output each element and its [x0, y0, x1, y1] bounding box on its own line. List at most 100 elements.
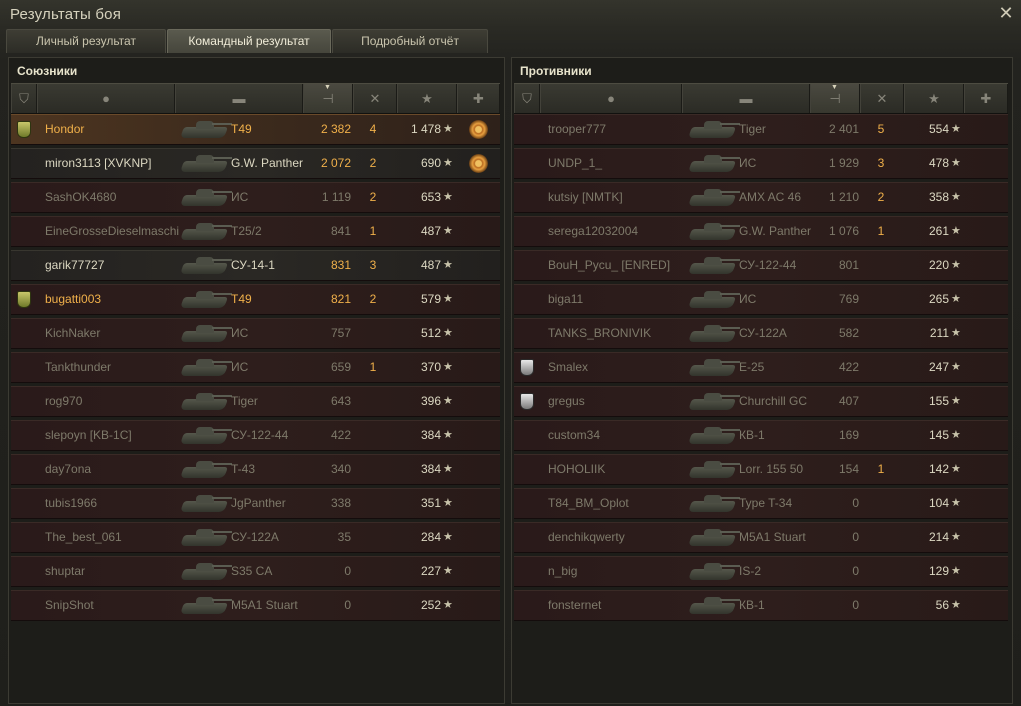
damage-value: 0	[344, 564, 351, 578]
medal-icon[interactable]	[469, 120, 488, 139]
table-row[interactable]: bugatti003 T49 821 2 579 ★	[11, 284, 500, 315]
table-row[interactable]: HOHOLIIK Lorr. 155 50 154 1 142 ★	[514, 454, 1008, 485]
player-badge	[520, 183, 534, 212]
tab-personal-result[interactable]: Личный результат	[6, 29, 166, 53]
xp-column-icon[interactable]: ★	[904, 84, 964, 113]
tank-image-icon	[176, 455, 238, 484]
star-icon: ★	[951, 327, 961, 339]
table-row[interactable]: custom34 КВ-1 169 145 ★	[514, 420, 1008, 451]
player-badge	[17, 217, 31, 246]
xp-column-icon[interactable]: ★	[397, 84, 457, 113]
tank-image-icon	[684, 251, 746, 280]
table-row[interactable]: SnipShot M5A1 Stuart 0 252 ★	[11, 590, 500, 621]
badge-column-icon[interactable]: ⛉	[514, 84, 540, 113]
xp-value: 56	[935, 598, 949, 612]
frags-value: 2	[369, 292, 377, 306]
player-badge	[17, 353, 31, 382]
tank-image-icon	[176, 557, 238, 586]
table-row[interactable]: The_best_061 СУ-122А 35 284 ★	[11, 522, 500, 553]
table-row[interactable]: T84_BM_Oplot Type T-34 0 104 ★	[514, 488, 1008, 519]
player-badge	[17, 319, 31, 348]
star-icon: ★	[443, 531, 453, 543]
medal-slot	[469, 353, 491, 382]
damage-value: 0	[852, 564, 859, 578]
medal-slot	[469, 285, 491, 314]
table-row[interactable]: trooper777 Tiger 2 401 5 554 ★	[514, 114, 1008, 145]
frags-value	[365, 489, 381, 518]
medal-slot	[469, 421, 491, 450]
table-row[interactable]: rog970 Tiger 643 396 ★	[11, 386, 500, 417]
frags-column-icon[interactable]: ✕	[860, 84, 904, 113]
allies-title: Союзники	[17, 64, 78, 78]
medal-column-icon[interactable]: ✚	[964, 84, 1008, 113]
table-row[interactable]: UNDP_1_ ИС 1 929 3 478 ★	[514, 148, 1008, 179]
tank-column-icon[interactable]: ▬	[682, 84, 810, 113]
tab-detailed-report[interactable]: Подробный отчёт	[332, 29, 488, 53]
xp-value: 261	[928, 224, 949, 238]
medal-slot	[469, 387, 491, 416]
damage-value: 831	[330, 258, 351, 272]
star-icon: ★	[443, 157, 453, 169]
frags-value: 3	[369, 258, 377, 272]
star-icon: ★	[951, 123, 961, 135]
frags-value: 1	[369, 224, 377, 238]
table-row[interactable]: denchikqwerty M5A1 Stuart 0 214 ★	[514, 522, 1008, 553]
star-icon: ★	[951, 463, 961, 475]
table-row[interactable]: biga11 ИС 769 265 ★	[514, 284, 1008, 315]
battle-results-window: Результаты боя ✕ Личный результат Команд…	[0, 0, 1021, 706]
player-column-icon[interactable]: ●	[540, 84, 682, 113]
damage-column-icon[interactable]: ▼ ⊣	[303, 84, 353, 113]
table-row[interactable]: garik77727 СУ-14-1 831 3 487 ★	[11, 250, 500, 281]
table-row[interactable]: serega12032004 G.W. Panther 1 076 1 261 ★	[514, 216, 1008, 247]
table-row[interactable]: miron3113 [XVKNP] G.W. Panther 2 072 2 690 ★	[11, 148, 500, 179]
tank-image-icon	[176, 183, 238, 212]
table-row[interactable]: slepoyn [KB-1C] СУ-122-44 422 384 ★	[11, 420, 500, 451]
tank-image-icon	[684, 319, 746, 348]
player-name: rog970	[45, 394, 83, 408]
table-row[interactable]: TANKS_BRONIVIK СУ-122А 582 211 ★	[514, 318, 1008, 349]
table-row[interactable]: kutsiy [NMTK] AMX AC 46 1 210 2 358 ★	[514, 182, 1008, 213]
damage-column-icon[interactable]: ▼ ⊣	[810, 84, 860, 113]
xp-value: 145	[928, 428, 949, 442]
frags-column-icon[interactable]: ✕	[353, 84, 397, 113]
medal-column-icon[interactable]: ✚	[457, 84, 500, 113]
frags-value: 2	[369, 190, 377, 204]
player-column-icon[interactable]: ●	[37, 84, 175, 113]
xp-value: 487	[420, 258, 441, 272]
close-icon[interactable]: ✕	[996, 3, 1016, 23]
player-name: garik77727	[45, 258, 105, 272]
player-badge	[17, 489, 31, 518]
table-row[interactable]: Hondor T49 2 382 4 1 478 ★	[11, 114, 500, 145]
tank-image-icon	[176, 591, 238, 620]
table-row[interactable]: BouH_Pycu_ [ENRED] СУ-122-44 801 220 ★	[514, 250, 1008, 281]
table-row[interactable]: Tankthunder ИС 659 1 370 ★	[11, 352, 500, 383]
player-badge	[17, 387, 31, 416]
table-row[interactable]: KichNaker ИС 757 512 ★	[11, 318, 500, 349]
tab-team-result[interactable]: Командный результат	[167, 29, 331, 53]
table-row[interactable]: shuptar S35 CA 0 227 ★	[11, 556, 500, 587]
tank-image-icon	[176, 285, 238, 314]
table-row[interactable]: EineGrosseDieselmaschi T25/2 841 1 487 ★	[11, 216, 500, 247]
player-name: The_best_061	[45, 530, 122, 544]
frags-value	[873, 285, 889, 314]
table-row[interactable]: Smalex E-25 422 247 ★	[514, 352, 1008, 383]
player-name: UNDP_1_	[548, 156, 603, 170]
medal-icon[interactable]	[469, 154, 488, 173]
table-row[interactable]: tubis1966 JgPanther 338 351 ★	[11, 488, 500, 519]
window-title: Результаты боя	[10, 6, 122, 23]
enemies-table-header: ⛉ ● ▬ ▼ ⊣ ✕ ★ ✚	[514, 83, 1008, 114]
table-row[interactable]: gregus Churchill GC 407 155 ★	[514, 386, 1008, 417]
damage-value: 0	[344, 598, 351, 612]
table-row[interactable]: SashOK4680 ИС 1 119 2 653 ★	[11, 182, 500, 213]
xp-value: 247	[928, 360, 949, 374]
table-row[interactable]: fonsternet КВ-1 0 56 ★	[514, 590, 1008, 621]
frags-value	[873, 489, 889, 518]
player-name: gregus	[548, 394, 585, 408]
badge-column-icon[interactable]: ⛉	[11, 84, 37, 113]
enemies-rows: trooper777 Tiger 2 401 5 554 ★ UNDP_1_ ИС 1 929 3…	[514, 114, 1008, 694]
table-row[interactable]: day7ona T-43 340 384 ★	[11, 454, 500, 485]
tank-column-icon[interactable]: ▬	[175, 84, 303, 113]
xp-value: 396	[420, 394, 441, 408]
table-row[interactable]: n_big IS-2 0 129 ★	[514, 556, 1008, 587]
medal-slot	[469, 455, 491, 484]
